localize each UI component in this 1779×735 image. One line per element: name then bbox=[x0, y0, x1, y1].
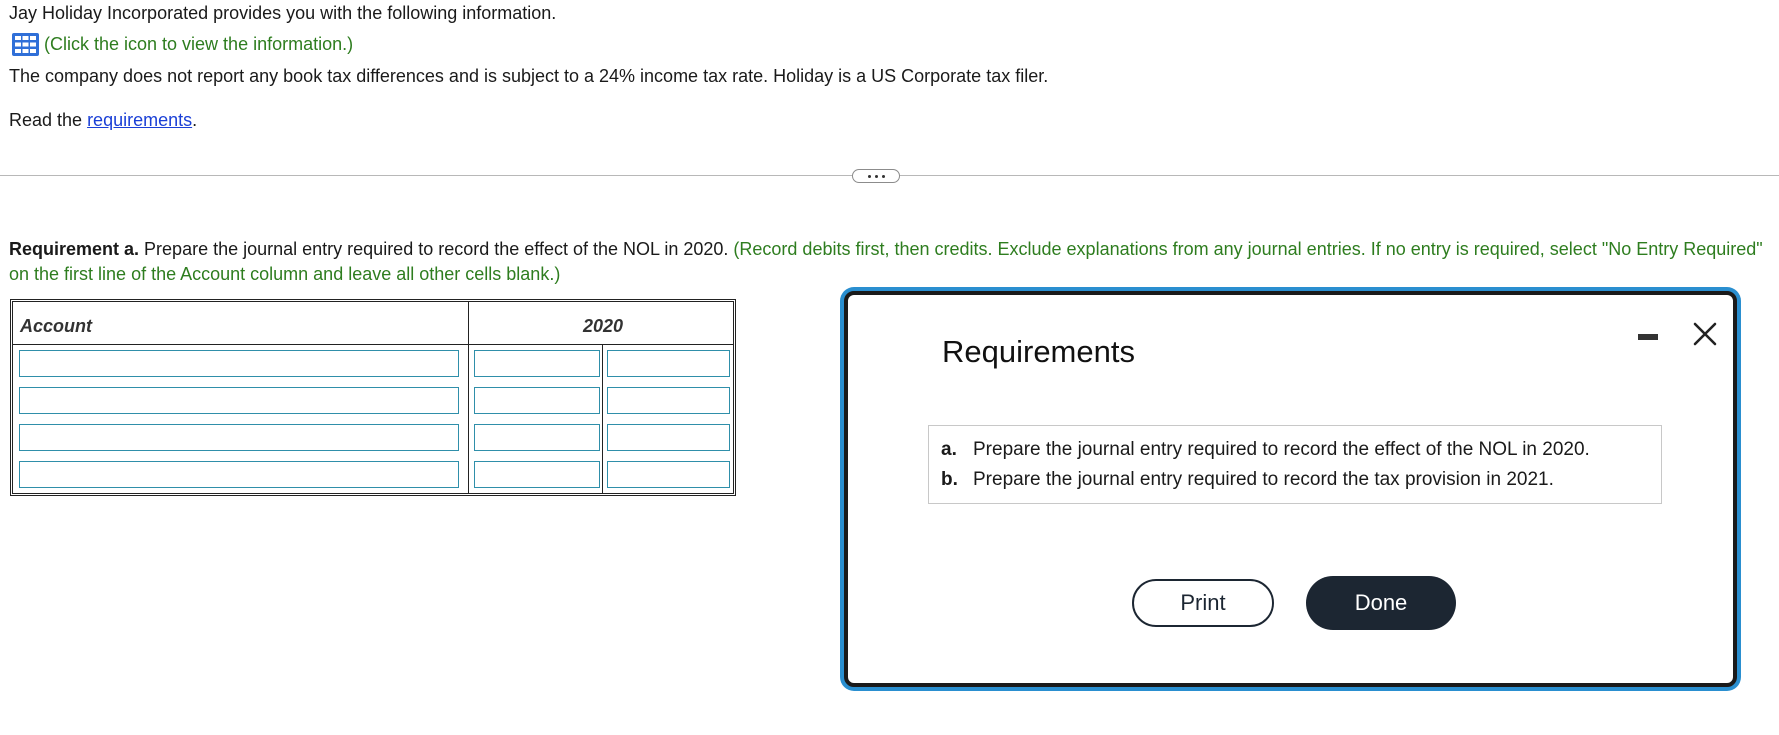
read-suffix: . bbox=[192, 110, 198, 130]
print-button[interactable]: Print bbox=[1132, 579, 1274, 627]
read-prefix: Read the bbox=[9, 110, 88, 130]
requirement-a-text: Requirement a. Prepare the journal entry… bbox=[9, 237, 1771, 287]
table-header: Account 2020 bbox=[13, 302, 733, 345]
tax-info-text: The company does not report any book tax… bbox=[9, 66, 1049, 86]
item-text: Prepare the journal entry required to re… bbox=[973, 469, 1554, 490]
read-requirements-line: Read the requirements. bbox=[9, 110, 197, 131]
requirement-description: Prepare the journal entry required to re… bbox=[139, 239, 734, 259]
grid-table-icon[interactable] bbox=[12, 33, 39, 56]
requirements-modal: Requirements a. Prepare the journal entry… bbox=[844, 291, 1737, 687]
debit-input-row-2[interactable] bbox=[474, 387, 600, 414]
credit-input-row-3[interactable] bbox=[607, 424, 730, 451]
intro-line: Jay Holiday Incorporated provides you wi… bbox=[9, 3, 557, 23]
account-input-row-1[interactable] bbox=[19, 350, 459, 377]
item-letter: b. bbox=[941, 469, 958, 490]
column-divider bbox=[468, 302, 469, 493]
list-item: b. Prepare the journal entry required to … bbox=[941, 465, 1649, 495]
year-column-header: 2020 bbox=[583, 316, 624, 336]
close-icon[interactable] bbox=[1690, 319, 1720, 349]
info-link-text[interactable]: (Click the icon to view the information.… bbox=[44, 34, 353, 55]
requirements-list: a. Prepare the journal entry required to … bbox=[928, 425, 1662, 504]
item-text: Prepare the journal entry required to re… bbox=[973, 439, 1590, 460]
item-letter: a. bbox=[941, 439, 957, 460]
account-input-row-4[interactable] bbox=[19, 461, 459, 488]
done-button[interactable]: Done bbox=[1306, 576, 1456, 630]
modal-title: Requirements bbox=[942, 334, 1135, 369]
requirement-label: Requirement a. bbox=[9, 239, 140, 259]
column-divider bbox=[602, 344, 603, 493]
info-link[interactable]: (Click the icon to view the information.… bbox=[12, 33, 353, 56]
minimize-icon[interactable] bbox=[1638, 334, 1658, 340]
debit-input-row-4[interactable] bbox=[474, 461, 600, 488]
account-column-header: Account bbox=[20, 316, 92, 336]
credit-input-row-1[interactable] bbox=[607, 350, 730, 377]
debit-input-row-1[interactable] bbox=[474, 350, 600, 377]
credit-input-row-2[interactable] bbox=[607, 387, 730, 414]
debit-input-row-3[interactable] bbox=[474, 424, 600, 451]
ellipsis-icon[interactable] bbox=[852, 169, 900, 183]
account-input-row-3[interactable] bbox=[19, 424, 459, 451]
account-input-row-2[interactable] bbox=[19, 387, 459, 414]
credit-input-row-4[interactable] bbox=[607, 461, 730, 488]
list-item: a. Prepare the journal entry required to … bbox=[941, 435, 1649, 465]
requirements-link[interactable]: requirements bbox=[87, 110, 192, 130]
journal-entry-table: Account 2020 bbox=[10, 299, 736, 496]
